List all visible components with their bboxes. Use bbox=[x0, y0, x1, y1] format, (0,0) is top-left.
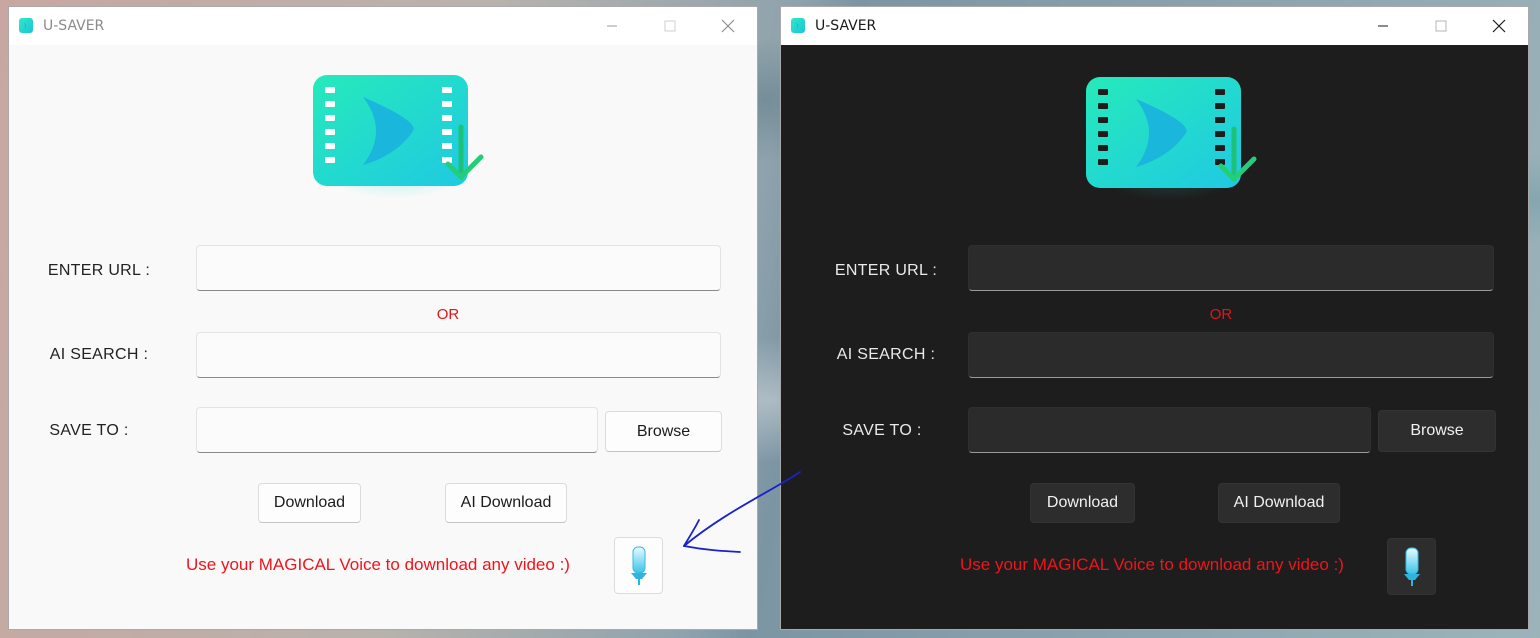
ai-search-label: AI SEARCH : bbox=[49, 346, 149, 363]
maximize-button[interactable] bbox=[641, 7, 699, 45]
window-title: U-SAVER bbox=[43, 18, 105, 34]
url-label: ENTER URL : bbox=[47, 262, 151, 279]
browse-button[interactable]: Browse bbox=[605, 411, 722, 452]
voice-prompt: Use your MAGICAL Voice to download any v… bbox=[960, 555, 1344, 574]
or-separator: OR bbox=[1209, 306, 1233, 323]
ai-download-button[interactable]: AI Download bbox=[1218, 483, 1340, 523]
url-label: ENTER URL : bbox=[834, 262, 938, 279]
ai-search-label: AI SEARCH : bbox=[836, 346, 936, 363]
ai-search-input[interactable] bbox=[968, 332, 1494, 378]
minimize-button[interactable] bbox=[1354, 7, 1412, 45]
download-button[interactable]: Download bbox=[258, 483, 361, 523]
maximize-icon bbox=[1435, 20, 1447, 32]
save-to-input[interactable] bbox=[196, 407, 598, 453]
app-logo bbox=[1074, 71, 1264, 211]
minimize-button[interactable] bbox=[583, 7, 641, 45]
or-separator: OR bbox=[436, 306, 460, 323]
window-title: U-SAVER bbox=[815, 18, 877, 34]
save-to-input[interactable] bbox=[968, 407, 1371, 453]
url-input[interactable] bbox=[196, 245, 721, 291]
minimize-icon bbox=[1378, 25, 1388, 27]
save-to-label: SAVE TO : bbox=[49, 422, 129, 439]
ai-download-button[interactable]: AI Download bbox=[445, 483, 567, 523]
close-icon bbox=[1492, 19, 1506, 33]
app-title-icon bbox=[19, 18, 33, 33]
browse-button[interactable]: Browse bbox=[1378, 410, 1496, 452]
app-title-icon bbox=[791, 18, 805, 33]
video-download-icon bbox=[1086, 77, 1257, 188]
microphone-icon bbox=[630, 546, 647, 585]
app-window-dark: U-SAVER ENTER URL : OR AI SEARCH: SAVE … bbox=[780, 6, 1529, 630]
url-input[interactable] bbox=[968, 245, 1494, 291]
voice-prompt: Use your MAGICAL Voice to download any v… bbox=[186, 555, 570, 574]
microphone-button[interactable] bbox=[1387, 538, 1436, 595]
maximize-button[interactable] bbox=[1412, 7, 1470, 45]
minimize-icon bbox=[607, 25, 617, 27]
title-bar[interactable]: U-SAVER bbox=[9, 7, 757, 45]
download-button[interactable]: Download bbox=[1030, 483, 1135, 523]
title-bar[interactable]: U-SAVER bbox=[781, 7, 1528, 45]
close-button[interactable] bbox=[1470, 7, 1528, 45]
close-icon bbox=[721, 19, 735, 33]
ai-search-input[interactable] bbox=[196, 332, 721, 378]
maximize-icon bbox=[664, 20, 676, 32]
video-download-icon bbox=[313, 75, 484, 186]
microphone-button[interactable] bbox=[614, 537, 663, 594]
close-button[interactable] bbox=[699, 7, 757, 45]
app-window-light: U-SAVER ENTER URL : OR AI SEARCH: SAVE … bbox=[8, 6, 758, 630]
microphone-icon bbox=[1403, 547, 1420, 586]
save-to-label: SAVE TO : bbox=[842, 422, 922, 439]
app-logo bbox=[301, 69, 491, 209]
